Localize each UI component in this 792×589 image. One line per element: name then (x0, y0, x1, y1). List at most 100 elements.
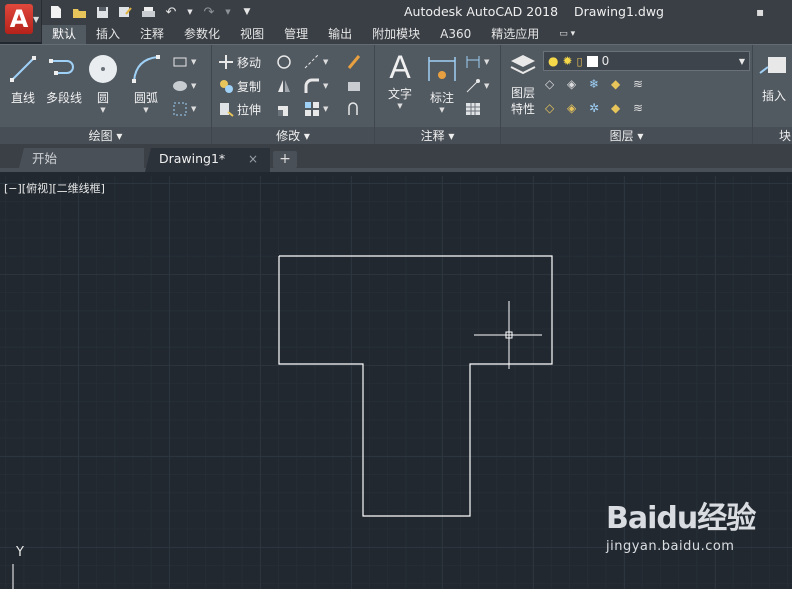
watermark: Baidu经验 jingyan.baidu.com (606, 493, 756, 554)
table-icon (466, 103, 480, 115)
layer-match-icon[interactable]: ◇ (545, 101, 561, 117)
mirror-button[interactable] (276, 77, 292, 95)
arc-button[interactable]: 圆弧 ▼ (128, 53, 164, 114)
leader-button[interactable]: ▼ (465, 77, 489, 95)
application-menu-button[interactable]: A ▼ (0, 0, 42, 42)
layer-isolate-icon[interactable]: ◈ (567, 77, 583, 93)
tab-a360[interactable]: A360 (430, 25, 481, 44)
scale-button[interactable] (276, 100, 292, 118)
layer-merge-icon[interactable]: ≋ (633, 101, 649, 117)
new-icon[interactable] (48, 4, 64, 20)
explode-button[interactable] (346, 77, 362, 95)
chevron-down-icon[interactable]: ▼ (224, 4, 232, 20)
line-button[interactable]: 直线 (6, 53, 40, 106)
layer-state-icon[interactable]: ≋ (633, 77, 649, 93)
annotation-panel-label: 注释 (420, 129, 445, 143)
autocad-logo: A (5, 4, 33, 34)
insert-button[interactable]: 插入 (756, 53, 792, 104)
insert-label: 插入 (761, 89, 786, 103)
viewport-controls[interactable]: [−][俯视][二维线框] (4, 180, 105, 196)
dimension-label: 标注 (429, 91, 454, 105)
move-button[interactable]: 移动 (218, 53, 261, 71)
tab-home[interactable]: 默认 (42, 25, 87, 44)
close-icon[interactable]: × (248, 148, 258, 170)
tab-drawing1-label: Drawing1* (159, 151, 226, 166)
array-icon (305, 102, 319, 116)
draw-panel-title[interactable]: 绘图 ▾ (0, 127, 211, 145)
stretch-button[interactable]: 拉伸 (218, 100, 261, 118)
customize-icon[interactable]: ▼ (239, 4, 255, 20)
block-panel-label: 块 (779, 129, 792, 143)
chevron-down-icon[interactable]: ▼ (383, 102, 417, 110)
tab-parametric[interactable]: 参数化 (174, 25, 230, 44)
save-as-icon[interactable] (117, 4, 133, 20)
tab-featured-apps[interactable]: 精选应用 (481, 25, 549, 44)
layers-panel-label: 图层 (609, 129, 634, 143)
tab-start[interactable]: 开始 (18, 148, 144, 172)
layer-freeze-icon[interactable]: ❄ (589, 77, 605, 93)
text-button[interactable]: A 文字 ▼ (383, 49, 417, 110)
layer-lock-icon[interactable]: ◆ (611, 77, 627, 93)
tab-addins[interactable]: 附加模块 (362, 25, 430, 44)
chevron-down-icon[interactable]: ▼ (128, 106, 164, 114)
layer-tools-row-1: ◇ ◈ ❄ ◆ ≋ (545, 77, 649, 93)
chevron-down-icon[interactable]: ▼ (186, 4, 194, 20)
offset-button[interactable] (346, 100, 362, 118)
tab-output[interactable]: 输出 (318, 25, 362, 44)
new-tab-button[interactable]: + (273, 151, 297, 168)
draw-panel: 直线 多段线 圆 ▼ 圆弧 ▼ ▼ ▼ ▼ 绘图 ▾ (0, 45, 212, 145)
polyline-label: 多段线 (45, 91, 82, 105)
circle-button[interactable]: 圆 ▼ (86, 53, 120, 114)
array-button[interactable]: ▼ (304, 100, 328, 118)
block-panel-title[interactable]: 块 (753, 127, 792, 145)
layer-previous-icon[interactable]: ◈ (567, 101, 583, 117)
open-icon[interactable] (71, 4, 87, 20)
copy-icon (220, 80, 233, 93)
layer-thaw-icon[interactable]: ✲ (589, 101, 605, 117)
sun-icon: ✹ (562, 54, 573, 68)
chevron-down-icon[interactable]: ▼ (86, 106, 120, 114)
fillet-icon (304, 78, 319, 93)
arc-label: 圆弧 (133, 91, 158, 105)
chevron-down-icon[interactable]: ▼ (425, 106, 459, 114)
tab-manage[interactable]: 管理 (274, 25, 318, 44)
layer-dropdown[interactable]: ● ✹ ▯ 0 ▼ (543, 51, 750, 71)
ucs-y-label: Y (16, 545, 24, 560)
copy-button[interactable]: 复制 (218, 77, 261, 95)
window-title: Autodesk AutoCAD 2018 Drawing1.dwg (404, 4, 664, 19)
layers-panel-title[interactable]: 图层 ▾ (501, 127, 752, 145)
quick-access-toolbar: ↶ ▼ ↷ ▼ ▼ (48, 3, 255, 21)
t-shape-outline[interactable] (278, 255, 553, 517)
tab-insert[interactable]: 插入 (86, 25, 130, 44)
save-icon[interactable] (94, 4, 110, 20)
ribbon-display-toggle[interactable]: ▭ ▾ (549, 25, 585, 44)
boundary-button[interactable]: ▼ (172, 100, 196, 118)
trim-button[interactable]: ▼ (304, 53, 328, 71)
move-icon (219, 55, 233, 69)
linear-dim-button[interactable]: ▼ (465, 53, 489, 71)
print-icon[interactable] (140, 4, 156, 20)
tab-annotate[interactable]: 注释 (130, 25, 174, 44)
table-button[interactable] (465, 100, 481, 118)
mirror-icon (278, 80, 290, 92)
copy-label: 复制 (237, 79, 262, 94)
layer-properties-button[interactable]: 图层 特性 (505, 51, 541, 117)
redo-icon[interactable]: ↷ (201, 4, 217, 20)
tab-drawing1[interactable]: Drawing1* × (145, 148, 270, 172)
dimension-button[interactable]: 标注 ▼ (425, 53, 459, 114)
erase-button[interactable] (346, 53, 362, 71)
annotation-panel-title[interactable]: 注释 ▾ (375, 127, 500, 145)
baidu-jingyan-logo: Baidu经验 (606, 501, 756, 536)
undo-icon[interactable]: ↶ (163, 4, 179, 20)
rectangle-button[interactable]: ▼ (172, 53, 196, 71)
layer-off-icon[interactable]: ◇ (545, 77, 561, 93)
rotate-button[interactable] (276, 53, 292, 71)
circle-icon (89, 55, 117, 83)
modify-panel-title[interactable]: 修改 ▾ (212, 127, 374, 145)
tab-view[interactable]: 视图 (230, 25, 274, 44)
polyline-button[interactable]: 多段线 (44, 53, 84, 106)
layer-unlock-icon[interactable]: ◆ (611, 101, 627, 117)
insert-block-icon (759, 57, 786, 74)
hatch-button[interactable]: ▼ (172, 77, 196, 95)
fillet-button[interactable]: ▼ (304, 77, 328, 95)
